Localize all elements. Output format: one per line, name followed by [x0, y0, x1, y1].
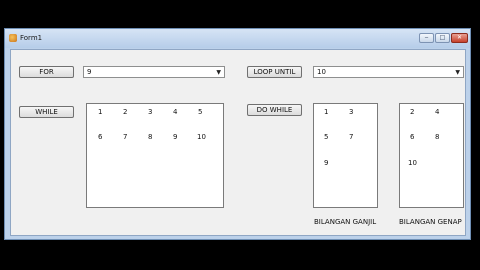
list-item: 9: [173, 133, 178, 141]
close-button[interactable]: ✕: [451, 33, 468, 43]
while-button[interactable]: WHILE: [19, 106, 74, 118]
loop-until-combobox[interactable]: 10 ▼: [313, 66, 464, 78]
genap-label: BILANGAN GENAP: [399, 218, 462, 226]
ganjil-listbox[interactable]: 1 3 5 7 9: [313, 103, 378, 208]
chevron-down-icon[interactable]: ▼: [455, 69, 460, 76]
list-item: 8: [435, 133, 440, 141]
title-bar[interactable]: Form1 ‒ □ ✕: [5, 29, 470, 48]
minimize-button[interactable]: ‒: [419, 33, 434, 43]
list-item: 10: [408, 159, 417, 167]
form1-window: Form1 ‒ □ ✕ FOR 9 ▼ WHILE 1 2 3 4 5 6 7 …: [4, 28, 471, 240]
window-title: Form1: [20, 34, 43, 42]
app-icon: [9, 34, 17, 42]
for-combobox[interactable]: 9 ▼: [83, 66, 225, 78]
for-combobox-value: 9: [87, 68, 92, 76]
genap-listbox[interactable]: 2 4 6 8 10: [399, 103, 464, 208]
list-item: 3: [148, 108, 153, 116]
chevron-down-icon[interactable]: ▼: [216, 69, 221, 76]
list-item: 1: [98, 108, 103, 116]
maximize-button[interactable]: □: [435, 33, 450, 43]
loop-until-combobox-value: 10: [317, 68, 326, 76]
do-while-button[interactable]: DO WHILE: [247, 104, 302, 116]
list-item: 5: [198, 108, 203, 116]
list-item: 3: [349, 108, 354, 116]
list-item: 1: [324, 108, 329, 116]
list-item: 6: [410, 133, 415, 141]
form-client-area: FOR 9 ▼ WHILE 1 2 3 4 5 6 7 8 9 10 LOOP …: [10, 49, 466, 236]
list-item: 2: [410, 108, 415, 116]
ganjil-label: BILANGAN GANJIL: [314, 218, 377, 226]
list-item: 4: [173, 108, 178, 116]
for-button[interactable]: FOR: [19, 66, 74, 78]
list-item: 10: [197, 133, 206, 141]
list-item: 8: [148, 133, 153, 141]
list-item: 4: [435, 108, 440, 116]
list-item: 2: [123, 108, 128, 116]
loop-until-button[interactable]: LOOP UNTIL: [247, 66, 302, 78]
list-item: 9: [324, 159, 329, 167]
list-item: 6: [98, 133, 103, 141]
list-item: 7: [123, 133, 128, 141]
while-listbox[interactable]: 1 2 3 4 5 6 7 8 9 10: [86, 103, 224, 208]
list-item: 7: [349, 133, 354, 141]
list-item: 5: [324, 133, 329, 141]
